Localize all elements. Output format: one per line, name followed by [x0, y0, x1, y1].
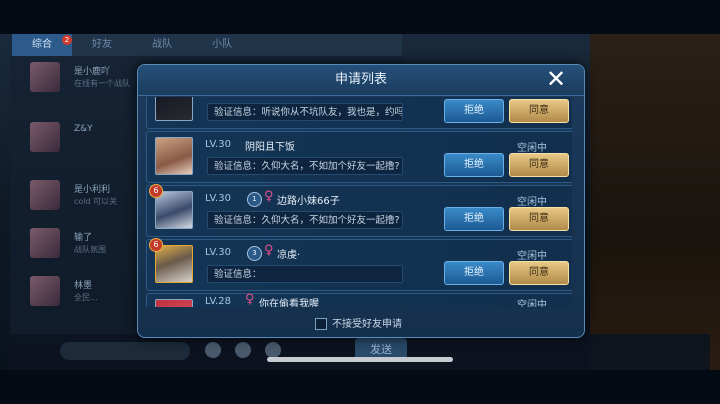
tab-friends[interactable]: 好友 [72, 34, 132, 56]
player-level: LV.30 [205, 247, 231, 258]
reject-button[interactable]: 拒绝 [444, 99, 504, 123]
request-card: 6 LV.30 3 ♀ 凉虔· 空闲中 验证信息： 拒绝 同意 [146, 238, 572, 291]
avatar[interactable] [155, 191, 193, 229]
reject-requests-checkbox[interactable] [315, 318, 327, 330]
player-name: 阴阳且下饭 [245, 142, 295, 153]
player-name: Z&Y [74, 124, 93, 134]
hero-artwork [590, 34, 720, 370]
unread-badge: 2 [62, 35, 72, 45]
status-text: 空闲中 [517, 143, 547, 154]
player-level: LV.30 [205, 193, 231, 204]
microphone-icon[interactable] [205, 342, 221, 358]
chat-text: 战队氛围 [74, 245, 106, 254]
request-card: LV.28 ♀ 你在偷看我喔 空闲中 [146, 292, 572, 307]
rank-badge: 6 [149, 184, 163, 198]
gift-icon[interactable] [265, 342, 281, 358]
avatar [30, 62, 60, 92]
dialog-title: 申请列表 [334, 72, 387, 87]
avatar [30, 228, 60, 258]
tier-icon: 1 [247, 192, 262, 207]
home-indicator [267, 357, 453, 362]
verification-message: 验证信息：久仰大名，不如加个好友一起撸? [207, 157, 403, 175]
female-icon: ♀ [264, 189, 274, 204]
accept-button[interactable]: 同意 [509, 261, 569, 285]
emoji-icon[interactable] [235, 342, 251, 358]
verification-message: 验证信息：听说你从不坑队友，我也是，约吗 [207, 103, 403, 121]
avatar[interactable] [155, 299, 193, 307]
dialog-footer: 不接受好友申请 [138, 311, 584, 337]
tab-squad[interactable]: 小队 [192, 34, 252, 56]
application-list-dialog: 申请列表 ✕ 验证信息：听说你从不坑队友，我也是，约吗 拒绝 同意 LV.30 … [137, 64, 585, 338]
female-icon: ♀ [245, 292, 255, 307]
reject-button[interactable]: 拒绝 [444, 261, 504, 285]
close-icon[interactable]: ✕ [539, 62, 573, 96]
list-item[interactable]: 是小鹿吖 在线有一个战队 [30, 62, 150, 92]
player-name: 凉虔· [277, 250, 301, 261]
list-item[interactable]: 是小利利 cold 可以关 [30, 180, 150, 210]
chat-text: 全民... [74, 293, 98, 302]
chat-input[interactable] [60, 342, 190, 360]
player-name: 你在偷看我喔 [259, 299, 319, 307]
chat-input-bar: 发送 [10, 334, 710, 370]
tab-clan[interactable]: 战队 [132, 34, 192, 56]
list-item[interactable]: 林墨 全民... [30, 276, 150, 306]
request-list[interactable]: 验证信息：听说你从不坑队友，我也是，约吗 拒绝 同意 LV.30 阴阳且下饭 空… [146, 97, 572, 307]
player-name: 是小利利 [74, 185, 111, 195]
accept-button[interactable]: 同意 [509, 207, 569, 231]
verification-message: 验证信息： [207, 265, 403, 283]
player-name: 是小鹿吖 [74, 67, 111, 77]
status-text: 空闲中 [517, 197, 547, 208]
player-level: LV.30 [205, 139, 231, 150]
reject-button[interactable]: 拒绝 [444, 207, 504, 231]
checkbox-label: 不接受好友申请 [332, 319, 402, 330]
avatar [30, 180, 60, 210]
rank-badge: 6 [149, 238, 163, 252]
player-level: LV.28 [205, 296, 231, 307]
dialog-header: 申请列表 [138, 65, 584, 96]
accept-button[interactable]: 同意 [509, 153, 569, 177]
reject-button[interactable]: 拒绝 [444, 153, 504, 177]
tier-icon: 3 [247, 246, 262, 261]
list-item[interactable]: 输了 战队氛围 [30, 228, 150, 258]
female-icon: ♀ [264, 243, 274, 258]
chat-text: 在线有一个战队 [74, 79, 130, 88]
avatar[interactable] [155, 97, 193, 121]
accept-button[interactable]: 同意 [509, 99, 569, 123]
player-name: 边路小妹66子 [277, 196, 340, 207]
avatar[interactable] [155, 245, 193, 283]
player-name: 输了 [74, 233, 93, 243]
status-text: 空闲中 [517, 300, 547, 307]
avatar [30, 276, 60, 306]
verification-message: 验证信息：久仰大名，不如加个好友一起撸? [207, 211, 403, 229]
request-card: 验证信息：听说你从不坑队友，我也是，约吗 拒绝 同意 [146, 97, 572, 129]
avatar [30, 122, 60, 152]
chat-text: cold 可以关 [74, 197, 118, 206]
avatar[interactable] [155, 137, 193, 175]
list-item[interactable]: Z&Y [30, 122, 150, 152]
request-card: 6 LV.30 1 ♀ 边路小妹66子 空闲中 验证信息：久仰大名，不如加个好友… [146, 184, 572, 237]
request-card: LV.30 阴阳且下饭 空闲中 验证信息：久仰大名，不如加个好友一起撸? 拒绝 … [146, 131, 572, 183]
status-text: 空闲中 [517, 251, 547, 262]
player-name: 林墨 [74, 281, 93, 291]
